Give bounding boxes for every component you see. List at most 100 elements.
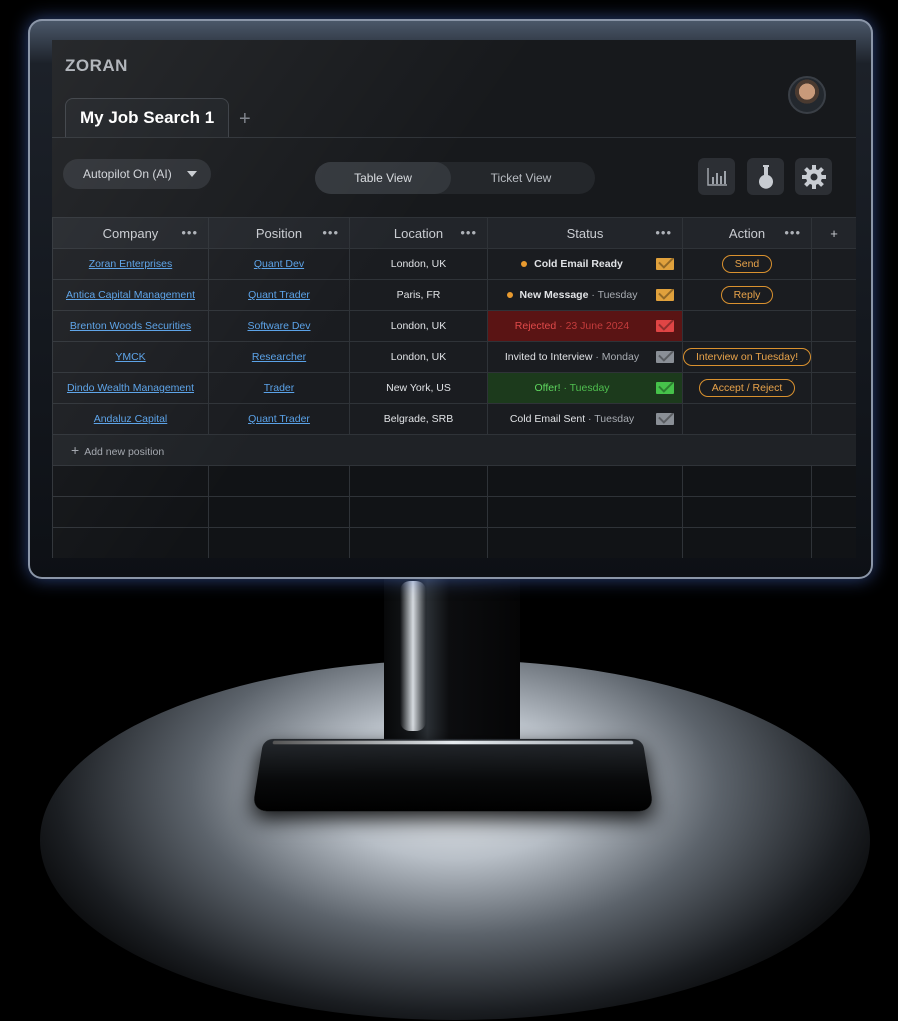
status-text: New Message (519, 289, 589, 301)
add-tab-button[interactable]: + (239, 108, 251, 131)
plus-icon: + (71, 442, 80, 458)
extra-cell (811, 248, 856, 280)
company-link[interactable]: Brenton Woods Securities (70, 320, 191, 332)
position-link[interactable]: Software Dev (247, 320, 310, 332)
chevron-down-icon (187, 171, 197, 177)
lab-button[interactable] (747, 158, 784, 195)
column-menu-icon[interactable]: ••• (460, 225, 477, 240)
company-cell: Dindo Wealth Management (52, 372, 209, 404)
add-column-button[interactable]: + (811, 217, 856, 249)
status-text: Invited to Interview (504, 351, 593, 363)
tab-ticket-view[interactable]: Ticket View (453, 162, 589, 194)
extra-cell (811, 279, 856, 311)
tab-table-view[interactable]: Table View (315, 162, 451, 194)
view-switcher: Table View Ticket View (315, 162, 595, 194)
status-cell[interactable]: Rejected · 23 June 2024 (487, 310, 683, 342)
mail-icon[interactable] (656, 382, 674, 394)
table-row: Andaluz Capital Quant Trader Belgrade, SRB… (52, 403, 856, 435)
status-text: Cold Email Ready (534, 258, 623, 270)
status-cell[interactable]: New Message · Tuesday (487, 279, 683, 311)
column-menu-icon[interactable]: ••• (322, 225, 339, 240)
status-day: · 23 June 2024 (559, 320, 630, 332)
flask-icon (758, 164, 773, 189)
bar-chart-icon (706, 167, 727, 186)
position-link[interactable]: Quant Dev (254, 258, 304, 270)
column-header-company[interactable]: Company ••• (52, 217, 209, 249)
company-link[interactable]: Andaluz Capital (94, 413, 168, 425)
status-day: · Tuesday (591, 289, 638, 301)
monitor-stand-base (252, 738, 654, 812)
mail-icon[interactable] (656, 351, 674, 363)
status-cell[interactable]: Invited to Interview · Monday (487, 341, 683, 373)
table-row: YMCK Researcher London, UK Invited to Inter… (52, 341, 856, 373)
column-menu-icon[interactable]: ••• (655, 225, 672, 240)
action-cell: Reply (682, 279, 812, 311)
column-header-status[interactable]: Status ••• (487, 217, 683, 249)
location-cell: London, UK (349, 341, 488, 373)
action-cell: Interview on Tuesday! (682, 341, 812, 373)
company-link[interactable]: Antica Capital Management (66, 289, 195, 301)
jobs-table: Company ••• Position ••• Location ••• Statu… (52, 217, 856, 558)
table-row: Brenton Woods Securities Software Dev Lond… (52, 310, 856, 342)
action-cell: Accept / Reject (682, 372, 812, 404)
action-button[interactable]: Accept / Reject (698, 379, 796, 397)
position-cell: Software Dev (208, 310, 350, 342)
position-cell: Quant Trader (208, 403, 350, 435)
location-cell: London, UK (349, 248, 488, 280)
status-cell[interactable]: Cold Email Sent · Tuesday (487, 403, 683, 435)
add-position-row[interactable]: + Add new position (52, 434, 856, 466)
position-cell: Quant Trader (208, 279, 350, 311)
position-cell: Quant Dev (208, 248, 350, 280)
status-day: · Tuesday (563, 382, 610, 394)
company-link[interactable]: YMCK (115, 351, 145, 363)
table-header-row: Company ••• Position ••• Location ••• Statu… (52, 217, 856, 249)
analytics-button[interactable] (698, 158, 735, 195)
status-text: Rejected (514, 320, 557, 332)
position-link[interactable]: Quant Trader (248, 289, 310, 301)
position-cell: Trader (208, 372, 350, 404)
table-row: Antica Capital Management Quant Trader Par… (52, 279, 856, 311)
column-header-location[interactable]: Location ••• (349, 217, 488, 249)
extra-cell (811, 372, 856, 404)
position-link[interactable]: Quant Trader (248, 413, 310, 425)
column-menu-icon[interactable]: ••• (784, 225, 801, 240)
column-menu-icon[interactable]: ••• (181, 225, 198, 240)
company-cell: YMCK (52, 341, 209, 373)
action-button[interactable]: Send (721, 255, 773, 273)
action-cell (682, 403, 812, 435)
brand-logo: ZORAN (65, 56, 128, 75)
app-screen: ZORAN My Job Search 1 + Autopilot On (AI… (52, 40, 856, 558)
company-link[interactable]: Zoran Enterprises (89, 258, 172, 270)
position-link[interactable]: Trader (264, 382, 295, 394)
empty-row (52, 496, 856, 528)
status-dot-icon (521, 261, 528, 268)
position-cell: Researcher (208, 341, 350, 373)
status-day: · Tuesday (588, 413, 635, 425)
autopilot-label: Autopilot On (AI) (83, 167, 172, 181)
settings-button[interactable] (795, 158, 832, 195)
mail-icon[interactable] (656, 289, 674, 301)
location-cell: New York, US (349, 372, 488, 404)
status-text: Cold Email Sent (509, 413, 586, 425)
company-cell: Zoran Enterprises (52, 248, 209, 280)
location-cell: Belgrade, SRB (349, 403, 488, 435)
column-header-action[interactable]: Action ••• (682, 217, 812, 249)
gear-icon (801, 164, 826, 189)
action-button[interactable]: Reply (720, 286, 774, 304)
mail-icon[interactable] (656, 320, 674, 332)
tab-my-job-search-1[interactable]: My Job Search 1 (65, 98, 230, 137)
position-link[interactable]: Researcher (252, 351, 306, 363)
status-cell[interactable]: Offer! · Tuesday (487, 372, 683, 404)
extra-cell (811, 403, 856, 435)
empty-row (52, 527, 856, 558)
company-link[interactable]: Dindo Wealth Management (67, 382, 194, 394)
action-button[interactable]: Interview on Tuesday! (683, 348, 811, 366)
mail-icon[interactable] (656, 413, 674, 425)
status-cell[interactable]: Cold Email Ready (487, 248, 683, 280)
action-cell (682, 310, 812, 342)
location-cell: Paris, FR (349, 279, 488, 311)
autopilot-dropdown[interactable]: Autopilot On (AI) (63, 159, 211, 189)
mail-icon[interactable] (656, 258, 674, 270)
tab-bar: My Job Search 1 + (52, 98, 856, 138)
column-header-position[interactable]: Position ••• (208, 217, 350, 249)
